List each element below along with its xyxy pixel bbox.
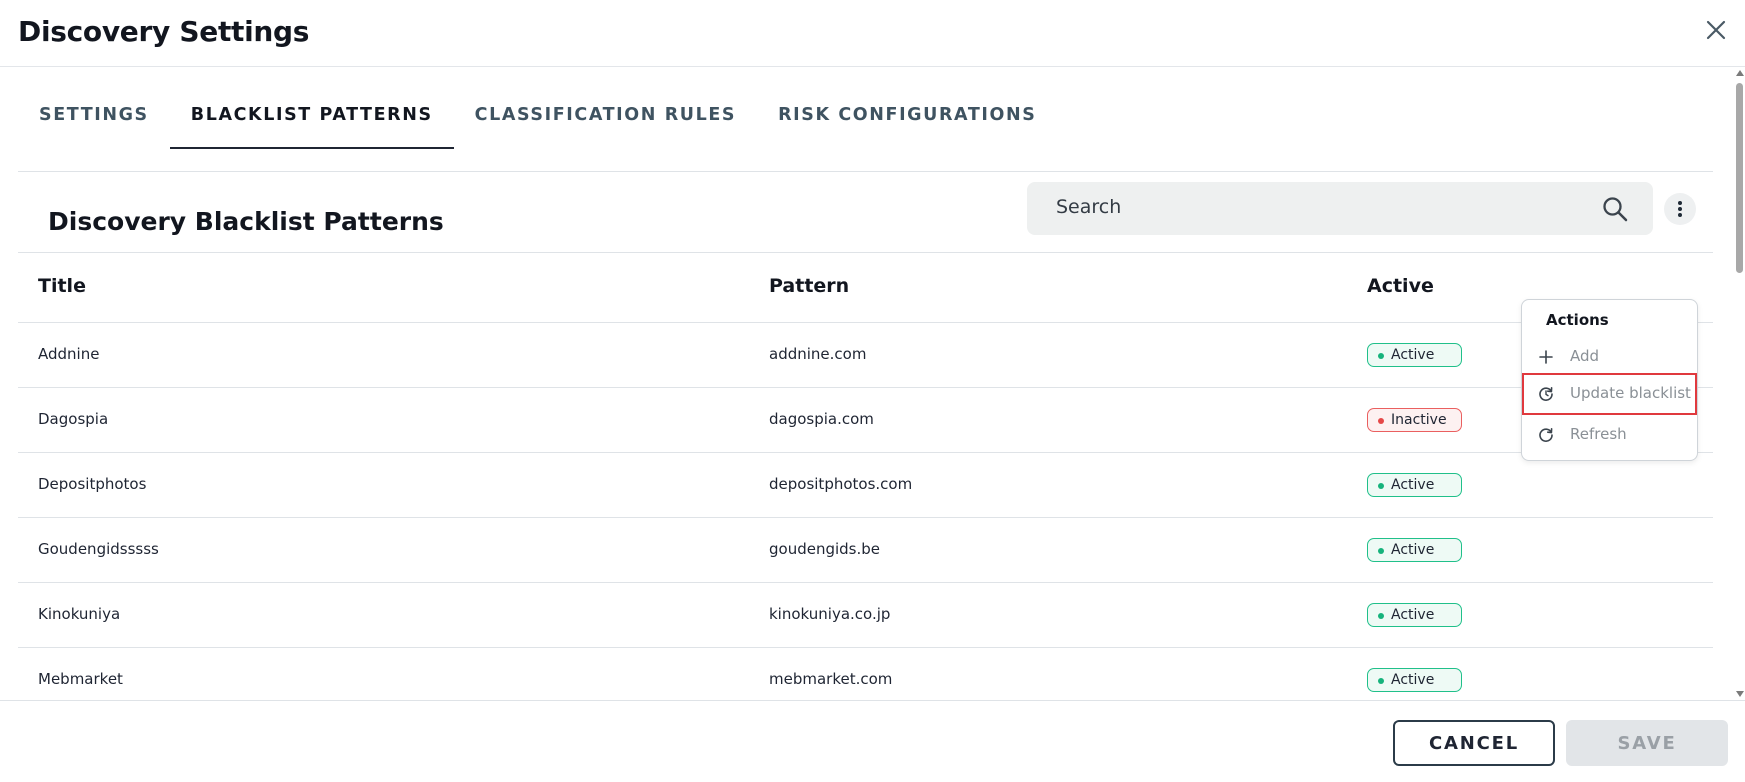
dialog-header: Discovery Settings <box>0 0 1745 67</box>
table-row[interactable]: Kinokuniya kinokuniya.co.jp Active <box>18 583 1713 648</box>
update-icon <box>1539 387 1553 401</box>
cell-pattern: mebmarket.com <box>769 670 893 688</box>
table-row[interactable]: Goudengidsssss goudengids.be Active <box>18 518 1713 583</box>
status-badge: Active <box>1367 668 1462 692</box>
cell-title: Mebmarket <box>38 670 123 688</box>
table-row[interactable]: Mebmarket mebmarket.com Active <box>18 648 1713 700</box>
table-header: Title Pattern Active <box>18 252 1713 323</box>
menu-item-label: Refresh <box>1570 425 1627 443</box>
content-scrollbar[interactable] <box>1734 67 1745 700</box>
kebab-menu-icon <box>1678 201 1682 217</box>
dialog-content: SETTINGS BLACKLIST PATTERNS CLASSIFICATI… <box>0 67 1734 700</box>
status-label: Active <box>1391 347 1435 363</box>
menu-item-label: Update blacklist <box>1570 384 1691 402</box>
menu-item-refresh[interactable]: Refresh <box>1523 415 1696 454</box>
cell-pattern: kinokuniya.co.jp <box>769 605 891 623</box>
dialog-title: Discovery Settings <box>18 15 310 48</box>
status-dot-icon <box>1378 678 1384 684</box>
save-button[interactable]: SAVE <box>1566 720 1728 766</box>
tab-blacklist-patterns[interactable]: BLACKLIST PATTERNS <box>169 89 454 149</box>
cancel-button[interactable]: CANCEL <box>1393 720 1555 766</box>
cell-pattern: dagospia.com <box>769 410 874 428</box>
cell-title: Goudengidsssss <box>38 540 159 558</box>
status-label: Inactive <box>1391 412 1447 428</box>
search-input[interactable]: Search <box>1027 182 1653 235</box>
cell-title: Kinokuniya <box>38 605 121 623</box>
status-badge: Active <box>1367 343 1462 367</box>
cell-title: Depositphotos <box>38 475 147 493</box>
cell-pattern: depositphotos.com <box>769 475 913 493</box>
status-badge: Inactive <box>1367 408 1462 432</box>
status-dot-icon <box>1378 418 1384 424</box>
status-label: Active <box>1391 672 1435 688</box>
actions-menu: Actions Add Update blacklist Refresh <box>1521 299 1698 461</box>
menu-item-add[interactable]: Add <box>1523 337 1696 376</box>
status-badge: Active <box>1367 538 1462 562</box>
status-label: Active <box>1391 607 1435 623</box>
close-button[interactable] <box>1700 14 1732 46</box>
status-dot-icon <box>1378 483 1384 489</box>
refresh-icon <box>1539 428 1553 442</box>
status-dot-icon <box>1378 353 1384 359</box>
tab-classification-rules[interactable]: CLASSIFICATION RULES <box>454 89 757 149</box>
menu-item-update-blacklist[interactable]: Update blacklist <box>1522 373 1697 415</box>
table-row[interactable]: Dagospia dagospia.com Inactive <box>18 388 1713 453</box>
tabs-divider <box>18 171 1713 172</box>
search-placeholder: Search <box>1056 196 1122 218</box>
tab-risk-configurations[interactable]: RISK CONFIGURATIONS <box>757 89 1057 149</box>
status-dot-icon <box>1378 548 1384 554</box>
dialog-footer: CANCEL SAVE <box>0 700 1745 782</box>
table-row[interactable]: Depositphotos depositphotos.com Active <box>18 453 1713 518</box>
scrollbar-thumb[interactable] <box>1736 83 1743 273</box>
actions-menu-title: Actions <box>1546 311 1609 329</box>
cell-title: Dagospia <box>38 410 109 428</box>
section-title: Discovery Blacklist Patterns <box>48 207 444 236</box>
cell-title: Addnine <box>38 345 100 363</box>
more-actions-button[interactable] <box>1664 193 1696 225</box>
tab-bar: SETTINGS BLACKLIST PATTERNS CLASSIFICATI… <box>18 89 1057 149</box>
scroll-up-arrow-icon[interactable] <box>1736 70 1744 76</box>
blacklist-table: Title Pattern Active Addnine addnine.com… <box>18 252 1713 700</box>
column-header-active[interactable]: Active <box>1367 275 1434 297</box>
status-label: Active <box>1391 477 1435 493</box>
status-badge: Active <box>1367 473 1462 497</box>
column-header-pattern[interactable]: Pattern <box>769 275 849 297</box>
status-dot-icon <box>1378 613 1384 619</box>
plus-icon <box>1539 350 1553 364</box>
scroll-down-arrow-icon[interactable] <box>1736 691 1744 697</box>
cell-pattern: goudengids.be <box>769 540 881 558</box>
column-header-title[interactable]: Title <box>38 275 86 297</box>
cell-pattern: addnine.com <box>769 345 867 363</box>
menu-item-label: Add <box>1570 347 1600 365</box>
table-row[interactable]: Addnine addnine.com Active <box>18 323 1713 388</box>
status-badge: Active <box>1367 603 1462 627</box>
status-label: Active <box>1391 542 1435 558</box>
tab-settings[interactable]: SETTINGS <box>18 89 170 149</box>
search-icon[interactable] <box>1601 195 1629 223</box>
close-icon <box>1706 20 1726 40</box>
